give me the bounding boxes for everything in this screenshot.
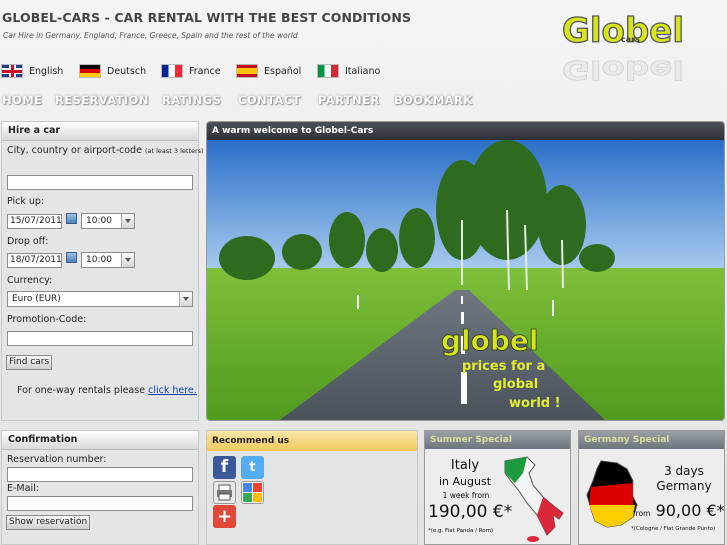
calendar-icon[interactable]	[66, 213, 77, 224]
currency-select[interactable]: Euro (EUR)	[7, 291, 193, 307]
dropoff-time-value: 10:00	[86, 255, 112, 265]
show-reservation-button[interactable]: Show reservation	[6, 515, 91, 530]
italy-flag-icon	[317, 64, 339, 78]
lang-label: English	[29, 65, 64, 77]
nav-bookmark[interactable]: BOOKMARK	[394, 93, 473, 107]
summer-note: *(e.g. Fiat Panda / Rom)	[428, 528, 494, 534]
dropoff-date-input[interactable]: 18/07/2011	[7, 253, 62, 268]
slogan-line-3: world !	[509, 396, 561, 411]
email-input[interactable]	[7, 496, 193, 511]
pickup-time-value: 10:00	[86, 216, 112, 226]
slogan-line-2: global	[493, 377, 538, 392]
dropoff-label: Drop off:	[7, 236, 49, 247]
site-title: GLOBEL-CARS - CAR RENTAL WITH THE BEST C…	[2, 10, 412, 25]
lang-france[interactable]: France	[161, 63, 221, 79]
location-label-text: City, country or airport-code	[7, 145, 142, 156]
chevron-down-icon	[121, 214, 134, 228]
lang-english[interactable]: English	[1, 63, 63, 79]
spain-flag-icon	[236, 64, 258, 78]
germany-special-panel[interactable]: Germany Special 3 days Germany from 90,0…	[578, 430, 725, 545]
germany-special-heading: Germany Special	[579, 431, 724, 449]
lang-label: France	[189, 65, 221, 77]
road-landscape-image: globel prices for a global world !	[207, 140, 724, 420]
logo-text: Globel	[562, 11, 684, 51]
lang-label: Italiano	[345, 65, 381, 77]
summer-line-2: in August	[438, 475, 492, 488]
dropoff-time-select[interactable]: 10:00	[81, 252, 135, 268]
lang-label: Deutsch	[107, 65, 147, 77]
pickup-time-select[interactable]: 10:00	[81, 213, 135, 229]
pickup-date-input[interactable]: 15/07/2011	[7, 214, 62, 229]
logo-reflection: Globel	[562, 54, 684, 84]
globel-cars-logo[interactable]: Globel cars Globel	[558, 6, 693, 96]
location-hint: (at least 3 letters)	[144, 147, 204, 155]
germany-note: *(Cologne / Fiat Grande Punto)	[631, 526, 716, 532]
germany-price: 90,00 €*	[655, 501, 725, 520]
print-icon[interactable]	[213, 481, 236, 504]
twitter-icon[interactable]: t	[241, 456, 264, 479]
oneway-text: For one-way rentals please click here.	[17, 385, 197, 396]
germany-line-1: 3 days	[664, 464, 704, 478]
germany-price-line: from 90,00 €*	[633, 501, 725, 520]
italy-map-icon	[504, 456, 564, 542]
summer-special-panel[interactable]: Summer Special Italy in August 1 week fr…	[424, 430, 571, 545]
nav-home[interactable]: HOME	[2, 93, 42, 107]
reservation-number-input[interactable]	[7, 467, 193, 482]
recommend-panel: Recommend us	[206, 430, 418, 545]
lang-label: Español	[264, 65, 302, 77]
location-label: City, country or airport-code (at least …	[7, 145, 204, 156]
find-cars-button[interactable]: Find cars	[6, 355, 53, 370]
summer-price: 190,00 €*	[428, 502, 513, 522]
calendar-icon[interactable]	[66, 252, 77, 263]
germany-from: from	[633, 509, 651, 518]
nav-ratings[interactable]: RATINGS	[162, 93, 221, 107]
site-tagline: Car Hire in Germany, England, France, Gr…	[3, 31, 298, 40]
confirmation-heading: Confirmation	[2, 431, 198, 450]
hire-car-panel: Hire a car	[1, 121, 199, 421]
germany-flag-icon	[79, 64, 101, 78]
chevron-down-icon	[121, 253, 134, 267]
welcome-heading: A warm welcome to Globel-Cars	[207, 122, 724, 140]
recommend-heading: Recommend us	[207, 431, 417, 451]
pickup-label: Pick up:	[7, 196, 45, 207]
add-plus-icon[interactable]: +	[213, 505, 236, 528]
welcome-banner: A warm welcome to Globel-Cars globel pri…	[206, 121, 725, 421]
promo-code-input[interactable]	[7, 331, 193, 346]
google-bookmark-icon[interactable]	[241, 481, 264, 504]
slogan-line-1: prices for a	[462, 359, 545, 374]
hire-car-heading: Hire a car	[2, 122, 198, 141]
nav-partner[interactable]: PARTNER	[318, 93, 380, 107]
summer-line-3: 1 week from	[442, 491, 490, 500]
chevron-down-icon	[179, 292, 192, 306]
oneway-text-label: For one-way rentals please	[17, 385, 146, 396]
summer-line-1: Italy	[450, 458, 480, 473]
lang-italiano[interactable]: Italiano	[317, 63, 380, 79]
logo-subtext: cars	[621, 35, 640, 44]
oneway-link[interactable]: click here.	[148, 385, 197, 396]
facebook-icon[interactable]: f	[213, 456, 236, 479]
nav-contact[interactable]: CONTACT	[238, 93, 301, 107]
reservation-number-label: Reservation number:	[7, 454, 107, 465]
lang-deutsch[interactable]: Deutsch	[79, 63, 146, 79]
lang-espanol[interactable]: Español	[236, 63, 301, 79]
summer-special-heading: Summer Special	[425, 431, 570, 449]
location-input[interactable]	[7, 175, 193, 190]
germany-line-2: Germany	[656, 479, 712, 493]
france-flag-icon	[161, 64, 183, 78]
currency-value: Euro (EUR)	[12, 294, 61, 304]
currency-label: Currency:	[7, 275, 53, 286]
promo-label: Promotion-Code:	[7, 314, 87, 325]
nav-reservation[interactable]: RESERVATION	[55, 93, 149, 107]
email-label: E-Mail:	[7, 483, 39, 494]
uk-flag-icon	[1, 64, 23, 78]
slogan-brand: globel	[441, 324, 539, 357]
